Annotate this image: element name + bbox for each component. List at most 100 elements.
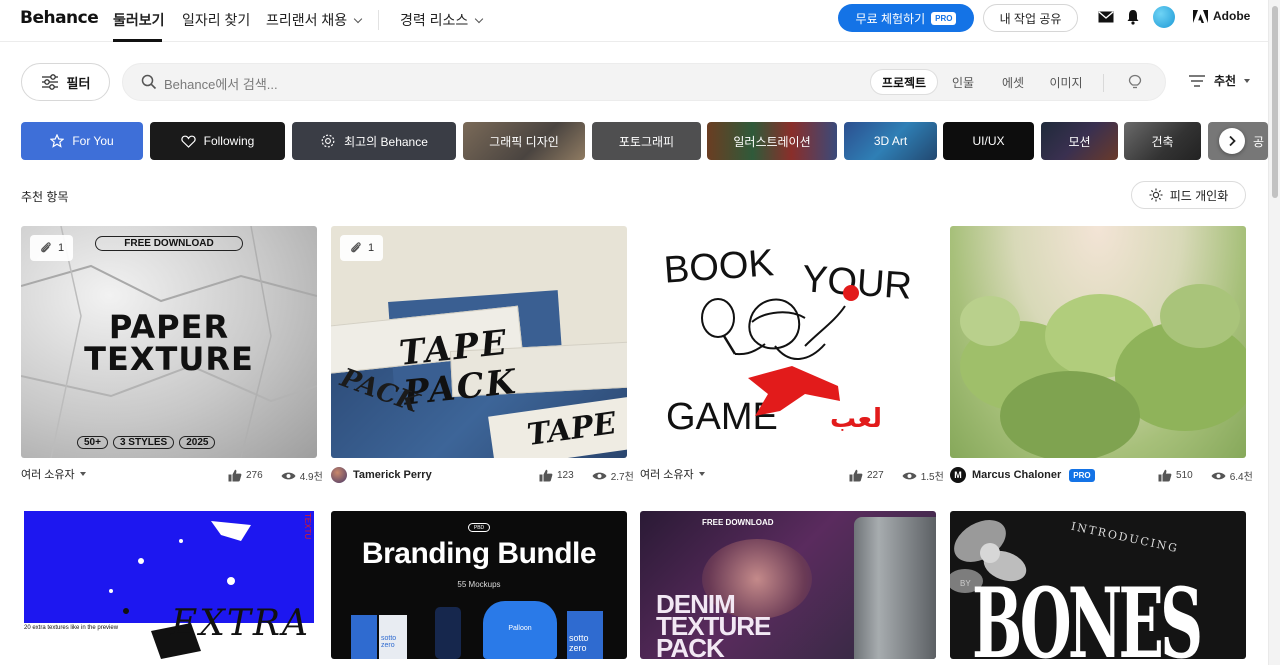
nav-find-jobs[interactable]: 일자리 찾기	[182, 10, 250, 30]
adobe-logo-icon	[1193, 9, 1208, 23]
like-count: 276	[246, 470, 263, 481]
extra-caption: 20 extra textures like in the preview	[24, 625, 119, 631]
category-next-button[interactable]	[1219, 128, 1245, 154]
paperclip-icon	[41, 242, 51, 253]
free-trial-label: 무료 체험하기	[855, 11, 926, 26]
caret-down-icon	[1244, 78, 1251, 83]
by-label: BY	[960, 579, 971, 588]
nav-hire-freelancers[interactable]: 프리랜서 채용	[266, 10, 363, 30]
share-work-button[interactable]: 내 작업 공유	[983, 4, 1078, 32]
view-count: 1.5천	[920, 472, 944, 483]
sun-settings-icon	[1149, 188, 1163, 202]
category-architecture[interactable]: 건축	[1124, 122, 1201, 160]
project-card-extra-textures[interactable]: EXTRA 20 extra textures like in the prev…	[21, 511, 317, 659]
search-input[interactable]: Behance에서 검색...	[164, 74, 278, 93]
product-can	[351, 615, 377, 659]
phone-mockup	[435, 607, 461, 659]
project-card-paper-texture[interactable]: FREE DOWNLOAD PAPER TEXTURE 50+ 3 STYLES…	[21, 226, 317, 458]
project-card-book-your-game[interactable]: BOOK YOUR GAME لعب	[640, 226, 936, 458]
nav-career-resources[interactable]: 경력 리소스	[400, 10, 484, 30]
texture-side-label: TEXTU	[303, 513, 312, 540]
sort-dropdown[interactable]: 추천	[1188, 72, 1251, 89]
nav-hire-label: 프리랜서 채용	[266, 12, 348, 28]
owner-name: Marcus Chaloner	[972, 469, 1062, 481]
card-owner-multiple[interactable]: 여러 소유자	[640, 464, 705, 484]
notification-bell-icon[interactable]	[1126, 9, 1140, 25]
project-card-tape-pack[interactable]: TAPE PACK PACK TAPE 1	[331, 226, 627, 458]
ping-pong-illustration	[701, 285, 859, 416]
mail-icon[interactable]	[1098, 11, 1114, 23]
card-stats: 510 6.4천	[1158, 468, 1253, 483]
category-motion[interactable]: 모션	[1041, 122, 1118, 160]
thumbs-up-icon	[849, 469, 863, 482]
search-tab-assets[interactable]: 에셋	[995, 69, 1031, 95]
category-label: 건축	[1151, 134, 1174, 149]
green-3d-blobs	[960, 284, 1246, 458]
pbd-logo: PBD	[468, 523, 490, 532]
personalize-label: 피드 개인화	[1169, 188, 1229, 203]
search-tab-projects[interactable]: 프로젝트	[870, 69, 938, 95]
category-3d-art[interactable]: 3D Art	[844, 122, 937, 160]
filter-label: 필터	[66, 75, 91, 91]
card-owner-multiple[interactable]: 여러 소유자	[21, 464, 86, 484]
nav-active-underline	[113, 39, 162, 42]
scrollbar-thumb[interactable]	[1272, 6, 1278, 198]
category-graphic-design[interactable]: 그래픽 디자인	[463, 122, 585, 160]
attachment-count: 1	[367, 242, 375, 254]
adobe-link[interactable]: Adobe	[1193, 9, 1250, 23]
star-icon	[50, 134, 65, 148]
category-best-of-behance[interactable]: 최고의 Behance	[292, 122, 456, 160]
free-download-badge: FREE DOWNLOAD	[95, 236, 243, 251]
category-following[interactable]: Following	[150, 122, 285, 160]
view-count: 6.4천	[1229, 472, 1253, 483]
caret-down-icon	[79, 472, 86, 476]
free-trial-button[interactable]: 무료 체험하기 PRO	[838, 4, 974, 32]
category-label: Following	[203, 134, 255, 148]
owner-avatar	[331, 467, 347, 483]
pro-chip: PRO	[931, 11, 957, 25]
card-owner-marcus-chaloner[interactable]: M Marcus Chaloner PRO	[950, 465, 1095, 485]
filter-button[interactable]: 필터	[21, 63, 110, 101]
owner-avatar: M	[950, 467, 966, 483]
category-illustration[interactable]: 일러스트레이션	[707, 122, 837, 160]
category-ui-ux[interactable]: UI/UX	[943, 122, 1034, 160]
behance-logo[interactable]: Behance	[20, 8, 99, 28]
tag-count: 50+	[77, 436, 108, 449]
card-stats: 123 2.7천	[539, 468, 634, 483]
top-navigation: Behance 둘러보기 일자리 찾기 프리랜서 채용 경력 리소스 무료 체험…	[0, 0, 1268, 42]
nav-divider	[378, 10, 379, 30]
section-title: 추천 항목	[21, 190, 69, 204]
project-card-branding-bundle[interactable]: PBD Branding Bundle 55 Mockups sotto zer…	[331, 511, 627, 659]
eye-icon	[902, 472, 917, 479]
personalize-feed-button[interactable]: 피드 개인화	[1131, 181, 1246, 209]
product-bag: sotto zero	[567, 611, 603, 659]
category-label: 공	[1252, 134, 1264, 149]
like-count: 227	[867, 470, 884, 481]
lightbulb-icon[interactable]	[1127, 74, 1143, 90]
eye-icon	[592, 472, 607, 479]
denim-title: DENIM TEXTURE PACK	[656, 591, 771, 659]
hoodie-mockup: Palloon	[483, 601, 557, 659]
search-bar[interactable]: Behance에서 검색... 프로젝트 인물 에셋 이미지	[122, 63, 1166, 101]
thumbs-up-icon	[1158, 469, 1172, 482]
page-scrollbar[interactable]	[1268, 0, 1280, 665]
user-avatar[interactable]	[1153, 6, 1175, 28]
card-owner-tamerick-perry[interactable]: Tamerick Perry	[331, 465, 432, 485]
texture-title: TEXTURE	[84, 340, 254, 378]
like-count: 123	[557, 470, 574, 481]
project-card-bones-typeface[interactable]: INTRODUCING BY BONES	[950, 511, 1246, 659]
chevron-right-icon	[1229, 135, 1236, 147]
search-tab-images[interactable]: 이미지	[1045, 69, 1087, 95]
attachment-count-badge: 1	[340, 235, 383, 261]
adobe-label: Adobe	[1213, 9, 1251, 23]
owner-name: Tamerick Perry	[353, 469, 432, 481]
project-card-denim-texture[interactable]: FREE DOWNLOAD DENIM TEXTURE PACK	[640, 511, 936, 659]
project-card-green-blobs[interactable]	[950, 226, 1246, 458]
chevron-down-icon	[475, 14, 484, 24]
nav-explore[interactable]: 둘러보기	[113, 10, 165, 30]
view-count: 2.7천	[610, 472, 634, 483]
category-photography[interactable]: 포토그래피	[592, 122, 701, 160]
view-count: 4.9천	[299, 472, 323, 483]
category-for-you[interactable]: For You	[21, 122, 143, 160]
search-tab-people[interactable]: 인물	[945, 69, 981, 95]
